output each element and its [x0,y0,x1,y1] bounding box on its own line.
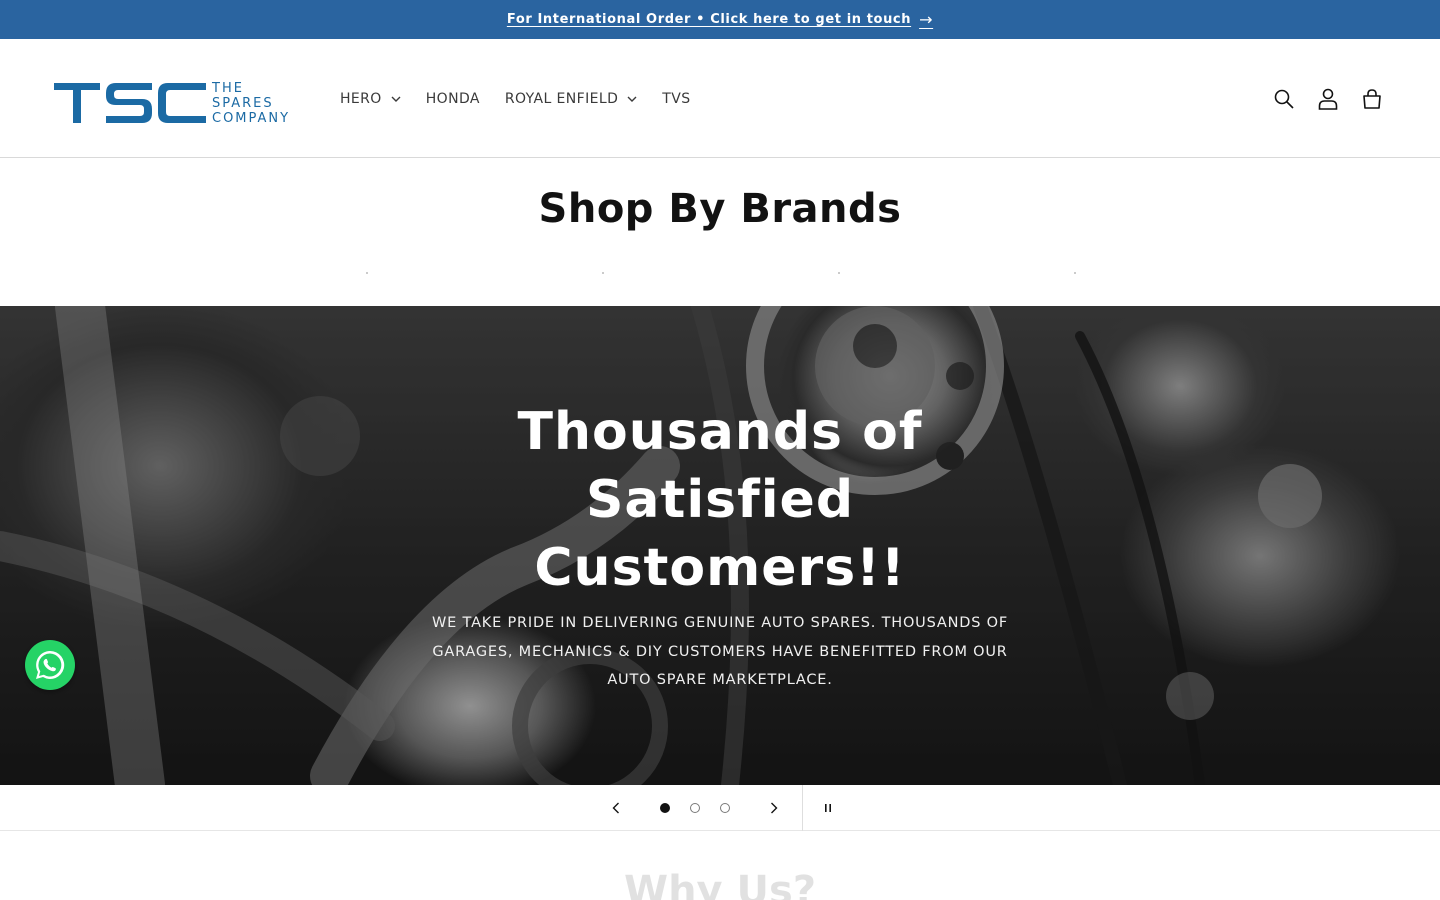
chevron-left-icon [612,802,619,814]
arrow-right-icon: → [919,10,934,29]
nav-item-honda[interactable]: HONDA [426,91,480,107]
slide-dot-indicator [660,803,670,813]
slide-dot-3[interactable] [715,785,735,831]
header-icons [1272,39,1384,158]
slide-dot-1[interactable] [655,785,675,831]
logo-tagline: THE SPARES COMPANY [212,81,290,126]
brands-section-title: Shop By Brands [538,186,902,232]
nav-item-tvs[interactable]: TVS [662,91,690,107]
whatsapp-chat-button[interactable] [25,640,75,690]
slide-dot-2[interactable] [685,785,705,831]
nav-item-label: ROYAL ENFIELD [504,90,619,107]
logo-tagline-line: THE [212,80,244,96]
site-header: THE SPARES COMPANY HERO HONDA ROYAL ENFI… [0,39,1440,158]
nav-item-hero[interactable]: HERO [340,91,401,107]
main-nav: HERO HONDA ROYAL ENFIELD TVS [340,39,716,158]
brand-logo-placeholder[interactable] [838,272,840,274]
chevron-down-icon [391,96,401,102]
why-us-title: Why Us? [623,868,817,900]
next-slide-button[interactable] [762,785,786,831]
chevron-right-icon [771,802,778,814]
site-logo[interactable]: THE SPARES COMPANY [54,80,290,126]
brand-logo-placeholder[interactable] [602,272,604,274]
slide-dot-indicator [690,803,700,813]
pause-icon [825,804,831,812]
announcement-text: For International Order • Click here to … [506,12,912,27]
previous-slide-button[interactable] [604,785,628,831]
hero-slideshow: Thousands of Satisfied Customers!! WE TA… [0,306,1440,785]
nav-item-label: HERO [340,90,382,107]
brand-logos-row [0,272,1440,276]
whatsapp-icon [36,650,65,679]
announcement-bar: For International Order • Click here to … [0,0,1440,39]
slide-dot-indicator [720,803,730,813]
brand-logo-placeholder[interactable] [1074,272,1076,274]
hero-heading: Thousands of Satisfied Customers!! [517,402,923,598]
nav-item-label: TVS [662,90,691,107]
controls-divider [802,785,803,831]
logo-tagline-line: SPARES [212,95,274,111]
slideshow-controls [0,785,1440,831]
search-icon[interactable] [1272,87,1296,111]
tsc-logo-graphic [54,83,206,123]
cart-icon[interactable] [1360,87,1384,111]
chevron-down-icon [627,96,637,102]
logo-tagline-line: COMPANY [212,110,291,126]
announcement-link[interactable]: For International Order • Click here to … [507,10,933,29]
nav-item-royal-enfield[interactable]: ROYAL ENFIELD [505,91,637,107]
nav-item-label: HONDA [425,90,480,107]
account-icon[interactable] [1316,87,1340,111]
logo-mark [54,81,206,125]
hero-subtext: WE TAKE PRIDE IN DELIVERING GENUINE AUTO… [432,615,1008,688]
brand-logo-placeholder[interactable] [366,272,368,274]
pause-slideshow-button[interactable] [816,785,840,831]
